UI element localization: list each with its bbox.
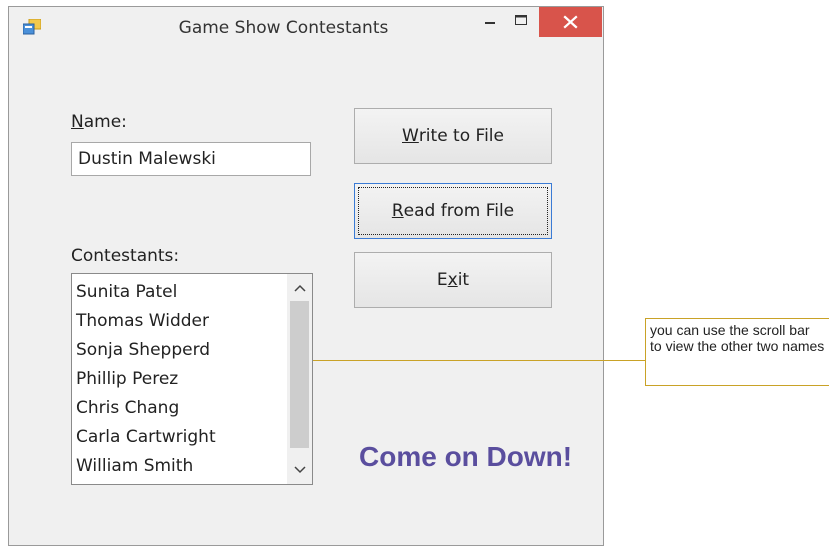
- scroll-down-button[interactable]: [287, 458, 312, 482]
- form-client-area: Name: Contestants: Sunita Patel Thomas W…: [15, 47, 597, 539]
- scroll-thumb[interactable]: [290, 301, 309, 448]
- scroll-up-button[interactable]: [287, 276, 312, 300]
- title-bar[interactable]: Game Show Contestants: [9, 7, 603, 47]
- list-item[interactable]: Sonja Shepperd: [76, 336, 216, 365]
- exit-button[interactable]: Ex it: [354, 252, 552, 308]
- list-item[interactable]: William Smith: [76, 452, 216, 481]
- callout-leader-line: [313, 360, 645, 361]
- write-to-file-button[interactable]: Write to File: [354, 108, 552, 164]
- vertical-scrollbar[interactable]: [287, 274, 312, 484]
- name-textbox[interactable]: [71, 142, 311, 176]
- close-button[interactable]: [539, 7, 602, 37]
- name-input[interactable]: [72, 143, 310, 175]
- list-item[interactable]: Thomas Widder: [76, 307, 216, 336]
- name-label: Name:: [71, 112, 127, 132]
- list-item[interactable]: Carla Cartwright: [76, 423, 216, 452]
- slogan-label: Come on Down!: [359, 441, 573, 472]
- list-item[interactable]: Sunita Patel: [76, 278, 216, 307]
- minimize-button[interactable]: [476, 7, 504, 37]
- close-icon: [563, 15, 578, 29]
- app-window: Game Show Contestants Name: Contestants:: [8, 6, 604, 546]
- read-from-file-button[interactable]: Read from File: [354, 183, 552, 239]
- callout-annotation: you can use the scroll bar to view the o…: [645, 318, 829, 386]
- chevron-up-icon: [293, 284, 306, 292]
- list-item[interactable]: Phillip Perez: [76, 365, 216, 394]
- maximize-button[interactable]: [507, 7, 535, 37]
- chevron-down-icon: [293, 466, 306, 474]
- contestants-listbox[interactable]: Sunita Patel Thomas Widder Sonja Shepper…: [71, 273, 313, 485]
- minimize-icon: [485, 22, 495, 24]
- contestants-list: Sunita Patel Thomas Widder Sonja Shepper…: [76, 278, 216, 481]
- contestants-label: Contestants:: [71, 246, 180, 266]
- maximize-icon: [515, 15, 527, 25]
- list-item[interactable]: Chris Chang: [76, 394, 216, 423]
